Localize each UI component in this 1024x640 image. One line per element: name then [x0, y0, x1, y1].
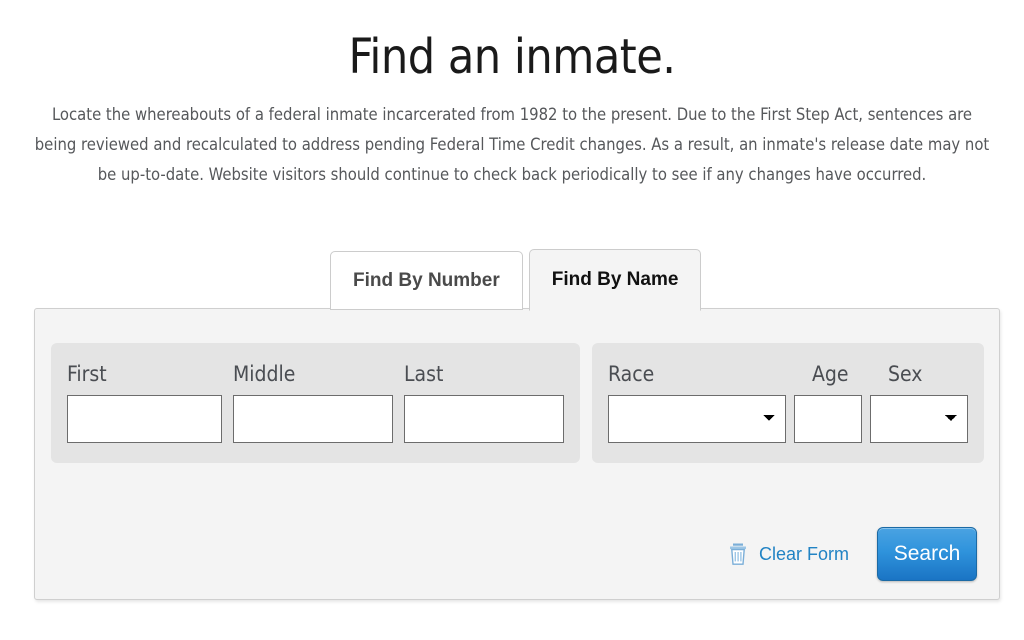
sex-select[interactable]	[870, 395, 968, 443]
search-panel: First Middle Last Race Age Sex Clear For…	[34, 308, 1000, 600]
label-race: Race	[608, 362, 655, 386]
page-title: Find an inmate.	[348, 29, 676, 85]
tab-find-by-name-label: Find By Name	[551, 269, 679, 290]
last-name-input[interactable]	[404, 395, 564, 443]
demographics-field-inputs	[608, 395, 968, 443]
label-first: First	[67, 362, 107, 386]
race-select[interactable]	[608, 395, 787, 443]
demographics-field-labels: Race Age Sex	[608, 361, 968, 387]
clear-form-button[interactable]: Clear Form	[729, 543, 849, 565]
form-fieldsets: First Middle Last Race Age Sex	[35, 309, 999, 463]
label-last: Last	[404, 362, 444, 386]
age-input[interactable]	[794, 395, 863, 443]
first-name-input[interactable]	[67, 395, 222, 443]
label-middle: Middle	[233, 362, 296, 386]
name-field-labels: First Middle Last	[67, 361, 564, 387]
search-button[interactable]: Search	[877, 527, 977, 581]
page-description: Locate the whereabouts of a federal inma…	[34, 105, 990, 184]
demographics-fieldset: Race Age Sex	[592, 343, 984, 463]
label-sex: Sex	[888, 362, 923, 386]
tab-find-by-number[interactable]: Find By Number	[330, 251, 523, 310]
form-actions: Clear Form Search	[729, 527, 977, 581]
tab-find-by-name[interactable]: Find By Name	[528, 249, 702, 311]
middle-name-input[interactable]	[233, 395, 393, 443]
name-field-inputs	[67, 395, 564, 443]
search-tabs: Find By Number Find By Name	[330, 249, 702, 311]
clear-form-label: Clear Form	[758, 543, 849, 564]
label-age: Age	[812, 362, 849, 386]
tab-find-by-number-label: Find By Number	[353, 269, 500, 291]
trash-icon	[729, 543, 746, 565]
name-fieldset: First Middle Last	[51, 343, 580, 463]
